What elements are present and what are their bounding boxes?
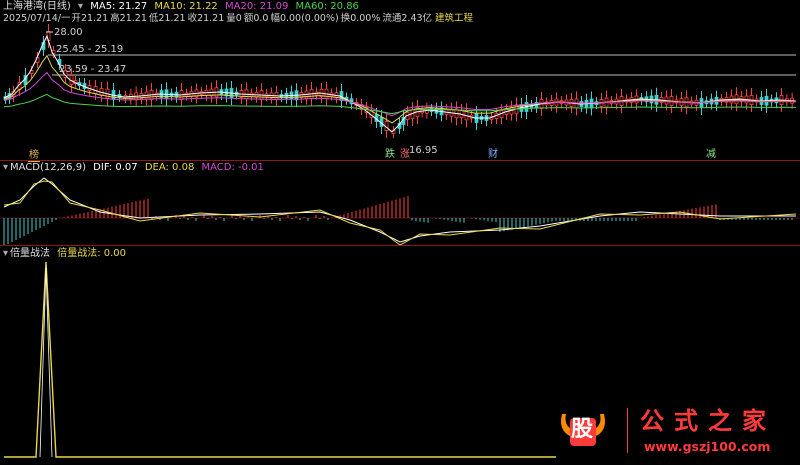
watermark-url: www.gszj100.com	[644, 439, 771, 454]
watermark-logo-text: 股	[571, 417, 594, 442]
indicator-panel	[4, 261, 556, 458]
band2-label: 23.59 - 23.47	[59, 64, 127, 75]
macd-panel	[0, 177, 800, 246]
indicator-line	[39, 267, 53, 458]
macd-value: MACD: -0.01	[201, 162, 264, 173]
stock-chart-window: 上海港湾(日线) ▾ MA5: 21.27 MA10: 21.22 MA20: …	[0, 0, 800, 465]
high-price-label: 28.00	[54, 27, 83, 38]
panel-divider[interactable]	[0, 245, 800, 246]
ma20-line	[3, 71, 797, 117]
macd-header: ▾ MACD(12,26,9) DIF: 0.07 DEA: 0.08 MACD:…	[3, 162, 268, 174]
watermark-text: 公式之家	[640, 407, 776, 435]
band1-label: 25.45 - 25.19	[56, 44, 124, 55]
price-panel	[3, 24, 797, 138]
watermark-logo: 股	[556, 404, 610, 452]
chevron-down-icon[interactable]: ▾	[3, 248, 8, 259]
macd-dif: DIF: 0.07	[93, 162, 138, 173]
chevron-down-icon[interactable]: ▾	[3, 162, 8, 173]
indicator-value: 倍量战法: 0.00	[57, 248, 127, 259]
low-price-label: 16.95	[409, 145, 438, 156]
macd-dea: DEA: 0.08	[144, 162, 195, 173]
indicator-title[interactable]: 倍量战法	[10, 248, 50, 259]
macd-title[interactable]: MACD(12,26,9)	[10, 162, 86, 173]
indicator-header: ▾ 倍量战法 倍量战法: 0.00	[3, 248, 130, 260]
panel-divider[interactable]	[0, 160, 800, 161]
watermark-divider	[627, 408, 628, 453]
indicator-line	[4, 261, 556, 458]
